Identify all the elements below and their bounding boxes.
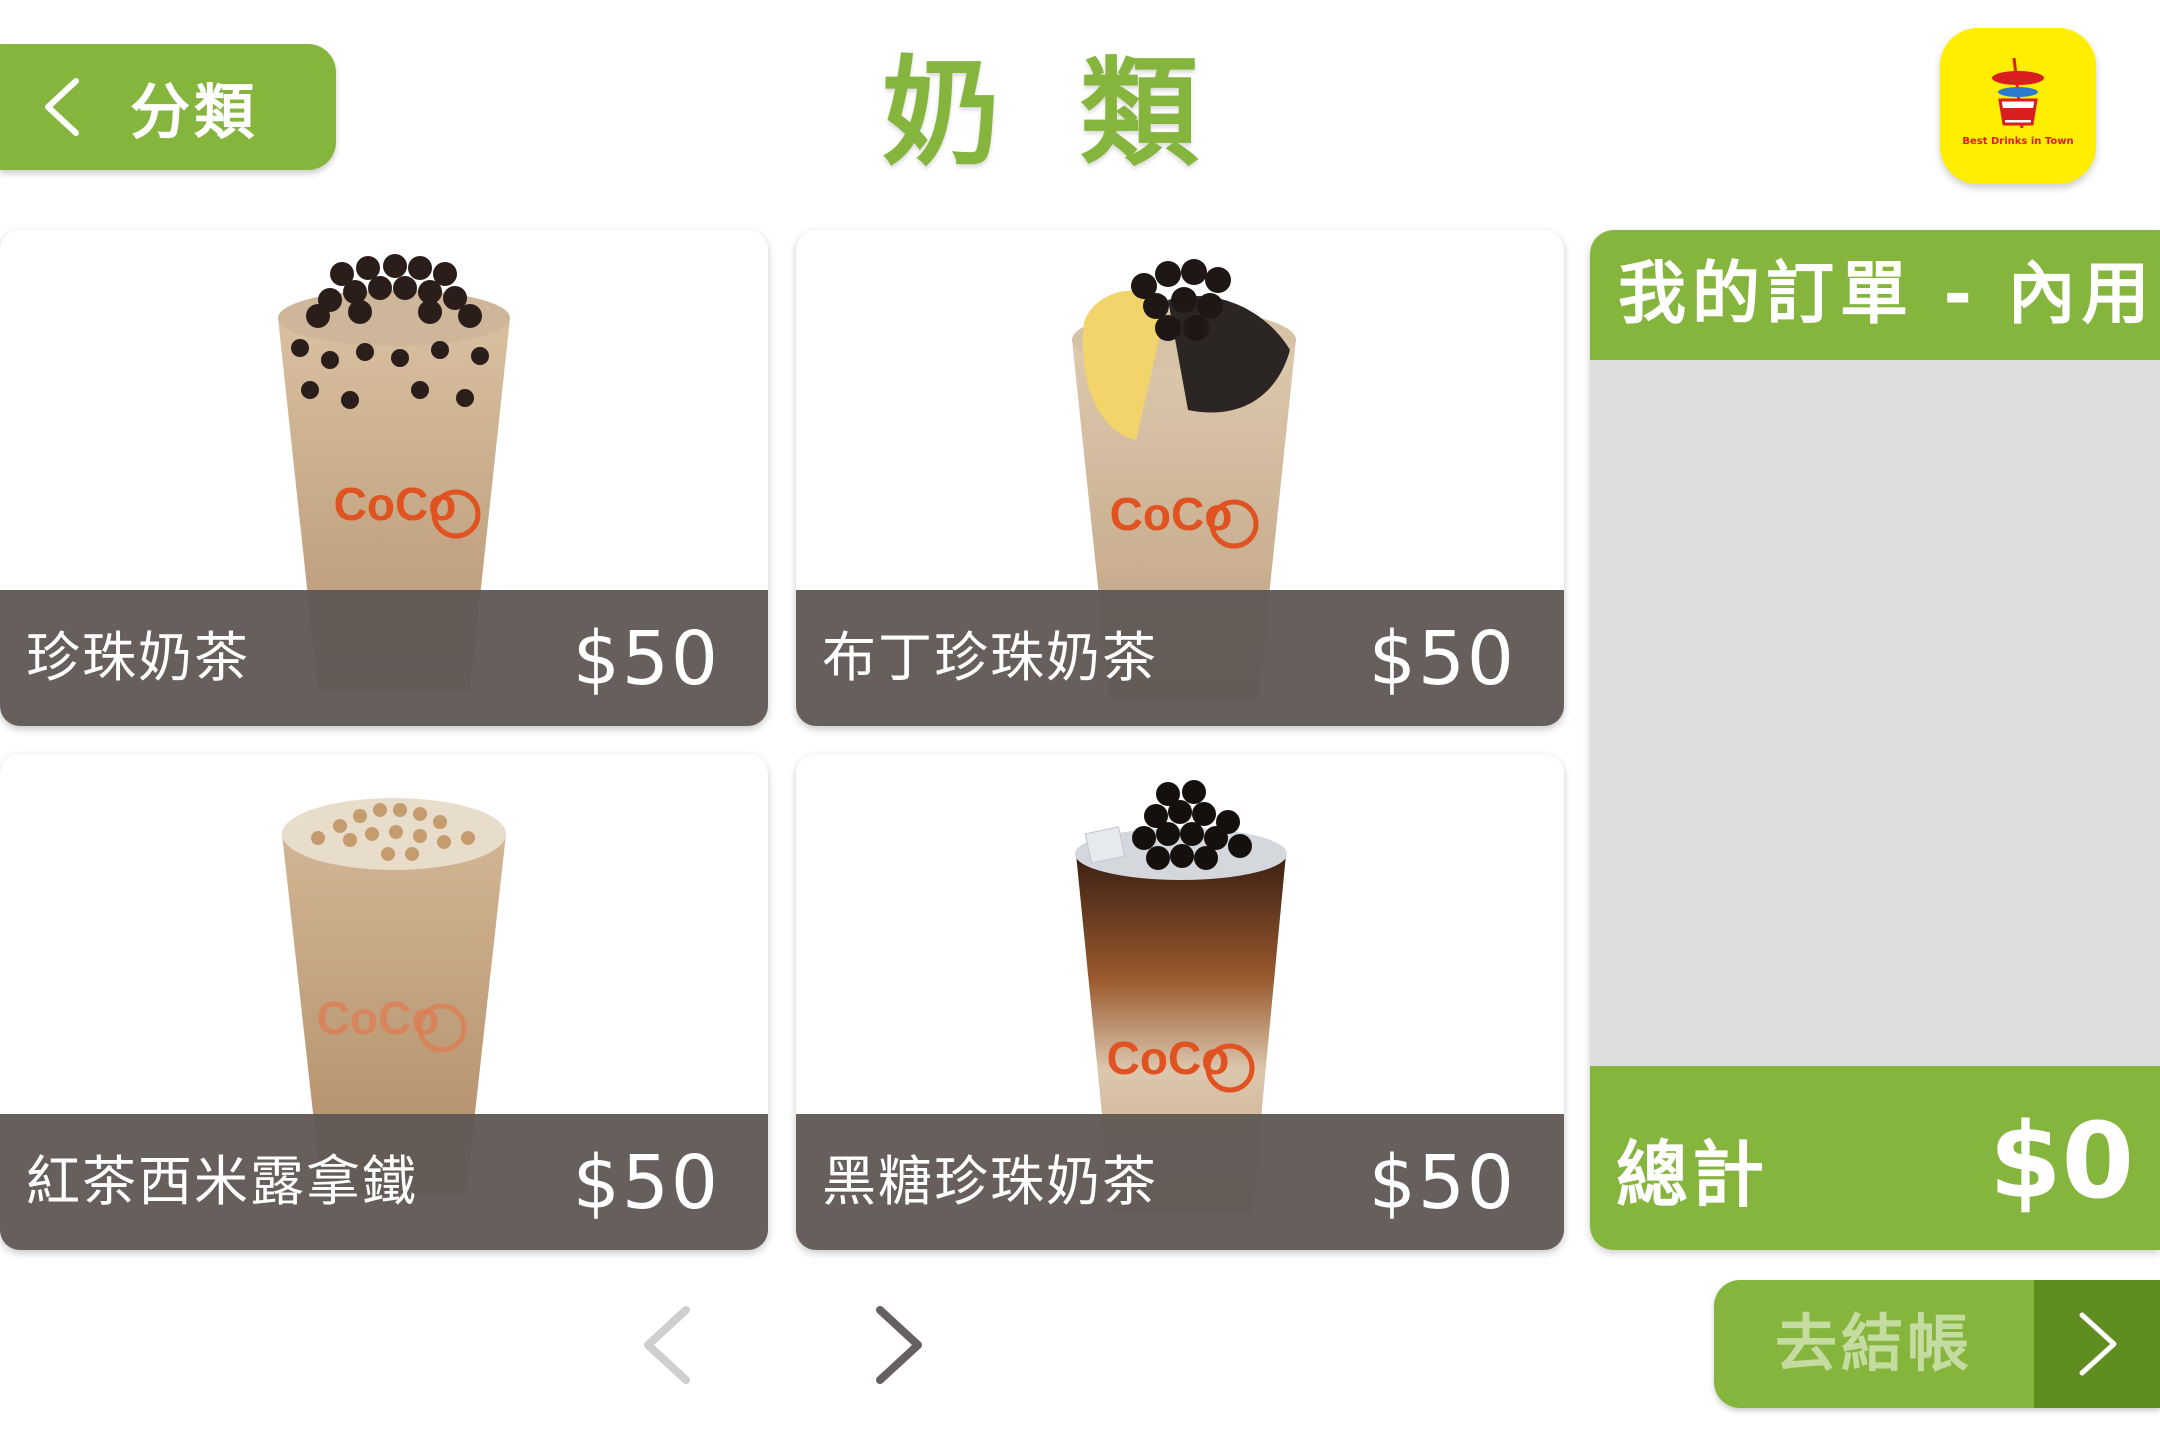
checkout-arrow xyxy=(2034,1280,2160,1408)
product-name: 布丁珍珠奶茶 xyxy=(822,626,1158,689)
checkout-button[interactable]: 去結帳 xyxy=(1714,1280,2160,1408)
product-price: $50 xyxy=(572,616,720,702)
order-total-bar: 總計 $0 xyxy=(1590,1066,2160,1250)
total-label: 總計 xyxy=(1616,1133,1769,1217)
page-title: 奶類 xyxy=(881,44,1278,182)
chevron-right-icon xyxy=(2079,1312,2117,1376)
order-item-list[interactable] xyxy=(1590,360,2160,1066)
chevron-left-icon xyxy=(45,78,79,136)
product-price: $50 xyxy=(1368,1140,1516,1226)
product-card-sago-latte[interactable]: CoCo 紅茶西米露拿鐵 $50 xyxy=(0,754,768,1250)
checkout-label: 去結帳 xyxy=(1714,1280,2034,1408)
order-panel: 我的訂單 - 內用 總計 $0 xyxy=(1590,230,2160,1250)
product-name: 黑糖珍珠奶茶 xyxy=(822,1150,1158,1213)
product-name: 珍珠奶茶 xyxy=(26,626,250,689)
logo-tagline: Best Drinks in Town xyxy=(1962,136,2074,147)
total-value: $0 xyxy=(1989,1100,2134,1222)
product-card-pudding-pearl-milk-tea[interactable]: CoCo 布丁珍珠奶茶 $50 xyxy=(796,230,1564,726)
back-button-label: 分類 xyxy=(130,77,258,148)
chevron-right-icon xyxy=(876,1306,922,1384)
product-name: 紅茶西米露拿鐵 xyxy=(26,1150,418,1213)
product-card-brown-sugar-pearl-milk-tea[interactable]: CoCo 黑糖珍珠奶茶 $50 xyxy=(796,754,1564,1250)
next-page-button[interactable] xyxy=(862,1300,932,1390)
back-to-categories-button[interactable]: 分類 xyxy=(0,44,336,170)
brand-logo: Best Drinks in Town xyxy=(1940,28,2096,184)
product-price: $50 xyxy=(572,1140,720,1226)
product-card-pearl-milk-tea[interactable]: CoCo 珍珠奶茶 $50 xyxy=(0,230,768,726)
previous-page-button[interactable] xyxy=(634,1300,704,1390)
menu-screen: 分類 奶類 Best Drinks in Town CoCo 珍珠奶茶 $50 … xyxy=(0,0,2160,1440)
drink-logo-icon xyxy=(1940,28,2096,184)
product-price: $50 xyxy=(1368,616,1516,702)
chevron-left-icon xyxy=(644,1306,690,1384)
order-title: 我的訂單 - 內用 xyxy=(1590,230,2160,360)
